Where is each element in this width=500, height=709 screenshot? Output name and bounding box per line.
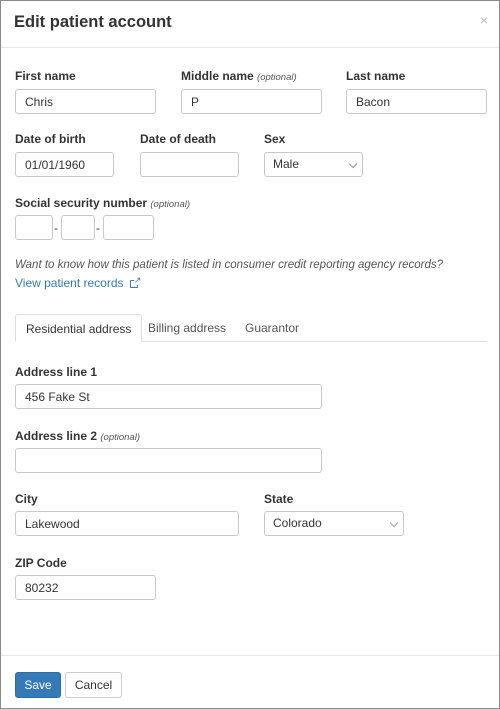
address-line2-input[interactable] [15, 448, 322, 473]
ssn-separator: - [54, 221, 58, 235]
ssn-part1-input[interactable] [15, 215, 53, 240]
state-select[interactable]: Colorado [264, 511, 404, 536]
first-name-input[interactable] [15, 89, 156, 114]
middle-name-label: Middle name (optional) [181, 69, 297, 83]
footer-divider [1, 655, 499, 656]
ssn-separator: - [96, 221, 100, 235]
modal-title: Edit patient account [14, 13, 172, 31]
city-input[interactable] [15, 511, 239, 536]
ssn-label-text: Social security number [15, 196, 148, 210]
middle-name-label-text: Middle name [181, 69, 254, 83]
optional-note: (optional) [150, 199, 190, 210]
tab-residential-address[interactable]: Residential address [15, 314, 143, 342]
address-line1-input[interactable] [15, 384, 322, 409]
date-of-birth-input[interactable] [15, 152, 114, 177]
last-name-input[interactable] [346, 89, 487, 114]
external-link-icon: ↗ [129, 276, 142, 288]
view-patient-records-label: View patient records [15, 276, 124, 290]
optional-note: (optional) [100, 432, 140, 443]
state-label: State [264, 492, 294, 506]
credit-help-text: Want to know how this patient is listed … [15, 259, 444, 271]
sex-select[interactable]: Male [264, 152, 363, 177]
address-line2-label-text: Address line 2 [15, 429, 98, 443]
ssn-part3-input[interactable] [103, 215, 154, 240]
view-patient-records-link[interactable]: View patient records ↗ [15, 276, 142, 290]
save-button[interactable]: Save [15, 672, 61, 698]
ssn-label: Social security number (optional) [15, 196, 190, 210]
date-of-death-label: Date of death [140, 132, 217, 146]
city-label: City [15, 492, 38, 506]
state-selected-value: Colorado [273, 516, 322, 530]
date-of-birth-label: Date of birth [15, 132, 86, 146]
chevron-down-icon [389, 518, 399, 528]
edit-patient-modal: Edit patient account × First name Middle… [0, 0, 500, 709]
tab-billing-address[interactable]: Billing address [148, 314, 226, 342]
zip-input[interactable] [15, 575, 156, 600]
chevron-down-icon [348, 159, 358, 169]
modal-header: Edit patient account × [1, 1, 499, 48]
close-icon[interactable]: × [480, 13, 488, 27]
sex-label: Sex [264, 132, 286, 146]
tab-guarantor[interactable]: Guarantor [245, 314, 299, 342]
last-name-label: Last name [346, 69, 406, 83]
first-name-label: First name [15, 69, 76, 83]
sex-selected-value: Male [273, 157, 300, 171]
ssn-part2-input[interactable] [61, 215, 95, 240]
address-line1-label: Address line 1 [15, 365, 98, 379]
cancel-button[interactable]: Cancel [65, 672, 122, 698]
middle-name-input[interactable] [181, 89, 322, 114]
date-of-death-input[interactable] [140, 152, 239, 177]
address-line2-label: Address line 2 (optional) [15, 429, 140, 443]
optional-note: (optional) [257, 72, 297, 83]
zip-label: ZIP Code [15, 556, 67, 570]
